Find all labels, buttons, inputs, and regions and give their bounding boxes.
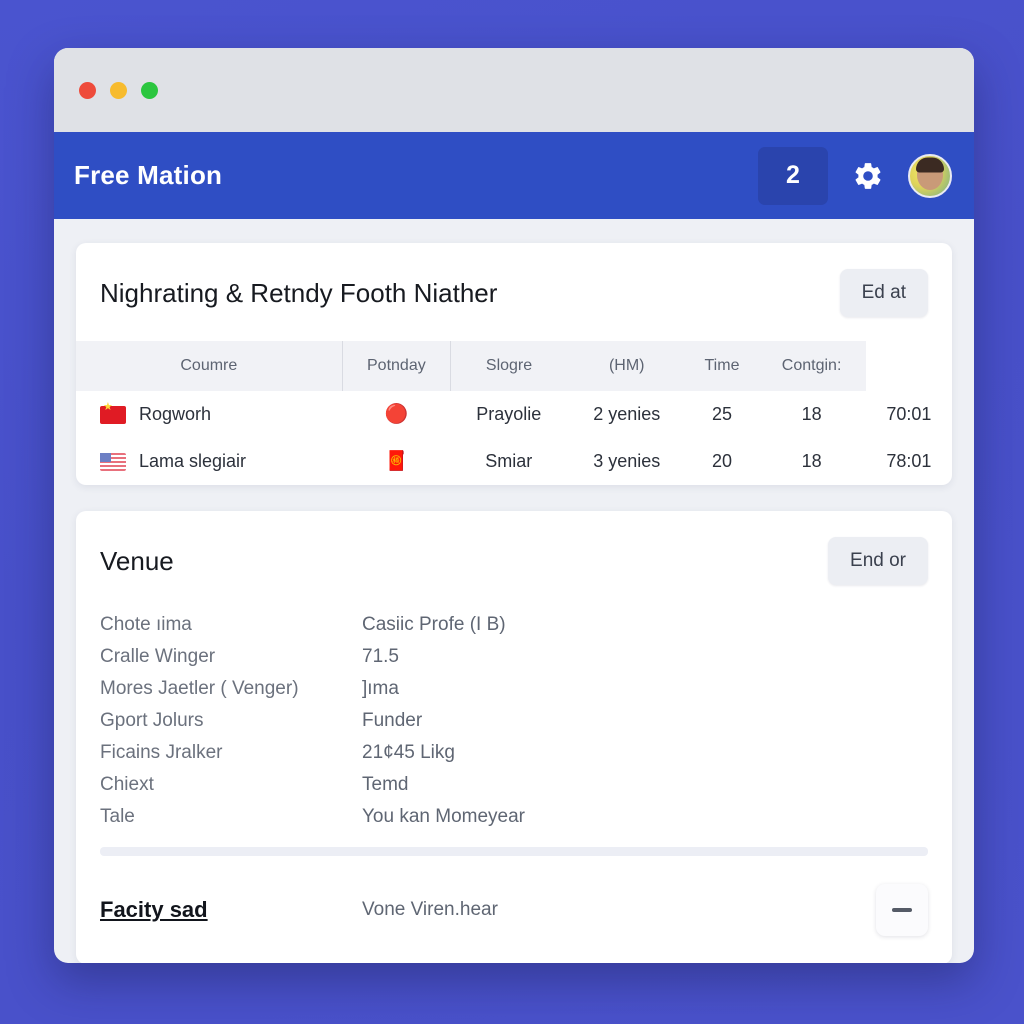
minimize-window-icon[interactable] xyxy=(110,81,127,99)
cell-potnday: Smiar xyxy=(485,451,533,471)
main-content: Nighrating & Retndy Footh Niather Ed at … xyxy=(54,219,974,963)
venue-card: Venue End or Chote ıima Casiic Profe (I … xyxy=(76,511,952,963)
list-item: Mores Jaetler ( Venger) ]ıma xyxy=(100,673,928,705)
cell-hm: 25 xyxy=(711,404,732,424)
cell-country: Rogworh xyxy=(76,391,342,438)
flag-us-icon xyxy=(100,452,126,471)
match-card-action-button[interactable]: Ed at xyxy=(839,269,928,317)
detail-label: Ficains Jralker xyxy=(100,742,223,763)
detail-label: Mores Jaetler ( Venger) xyxy=(100,678,299,699)
match-table: Coumre Potnday Slogre (HM) Time Contgin: xyxy=(76,341,952,485)
detail-value: Funder xyxy=(362,710,423,731)
list-item: Cralle Winger 71.5 xyxy=(100,641,928,673)
table-row[interactable]: Rogworh 🔴 Prayolie 2 yenies 25 18 70:01 xyxy=(76,391,952,438)
detail-value: Temd xyxy=(362,774,409,795)
column-header-slogre[interactable]: Slogre xyxy=(450,341,567,391)
venue-card-title: Venue xyxy=(100,545,174,576)
detail-value: Casiic Profe (I B) xyxy=(362,614,506,635)
close-window-icon[interactable] xyxy=(79,81,96,99)
country-label: Rogworh xyxy=(139,404,212,424)
venue-footer-row: Facity sad Vone Viren.hear xyxy=(76,862,952,963)
cell-row-icon: 🔴 xyxy=(342,391,450,438)
minus-icon xyxy=(892,908,912,912)
country-label: Lama slegiair xyxy=(139,451,247,471)
gear-icon[interactable] xyxy=(852,160,884,192)
detail-value: 71.5 xyxy=(362,646,399,667)
detail-value: 21¢45 Likg xyxy=(362,742,455,763)
app-title: Free Mation xyxy=(74,160,223,190)
cell-row-icon: 🧧 xyxy=(342,438,450,485)
match-card-header: Nighrating & Retndy Footh Niather Ed at xyxy=(76,243,952,341)
match-table-head: Coumre Potnday Slogre (HM) Time Contgin: xyxy=(76,341,952,391)
column-header-potnday[interactable]: Potnday xyxy=(341,341,451,391)
window-titlebar xyxy=(54,48,974,132)
traffic-light-group xyxy=(79,81,158,99)
app-window: Free Mation 2 Nighrating & Retndy Footh … xyxy=(54,48,974,963)
notification-badge[interactable]: 2 xyxy=(758,146,828,205)
detail-value: ]ıma xyxy=(362,678,399,699)
maximize-window-icon[interactable] xyxy=(141,81,158,99)
facility-link[interactable]: Facity sad xyxy=(100,897,362,923)
cell-country: Lama slegiair xyxy=(76,438,342,485)
row-status-icon: 🔴 xyxy=(384,404,409,425)
column-header-contgin[interactable]: Contgin: xyxy=(757,341,865,391)
column-header-coumre[interactable]: Coumre xyxy=(76,341,342,391)
table-row[interactable]: Lama slegiair 🧧 Smiar 3 yenies 20 18 78:… xyxy=(76,438,952,485)
app-header-actions: 2 xyxy=(758,146,974,205)
list-item: Gport Jolurs Funder xyxy=(100,705,928,737)
list-item: Ficains Jralker 21¢45 Likg xyxy=(100,737,928,769)
cell-hm: 20 xyxy=(711,451,732,471)
list-item: Chote ıima Casiic Profe (I B) xyxy=(100,609,928,641)
venue-card-header: Venue End or xyxy=(76,511,952,609)
section-divider xyxy=(100,847,928,856)
collapse-button[interactable] xyxy=(876,884,928,936)
detail-value: You kan Momeyear xyxy=(362,806,526,827)
match-table-header-row: Coumre Potnday Slogre (HM) Time Contgin: xyxy=(76,341,952,391)
match-card: Nighrating & Retndy Footh Niather Ed at … xyxy=(76,243,952,485)
detail-label: Cralle Winger xyxy=(100,646,216,667)
column-header-hm[interactable]: (HM) xyxy=(567,341,686,391)
detail-label: Chiext xyxy=(100,774,154,795)
cell-time: 18 xyxy=(801,404,822,424)
cell-time: 18 xyxy=(801,451,822,471)
app-header-bar: Free Mation 2 xyxy=(54,132,974,219)
flag-cn-icon xyxy=(100,402,126,424)
match-table-body: Rogworh 🔴 Prayolie 2 yenies 25 18 70:01 xyxy=(76,391,952,485)
cell-contgin: 70:01 xyxy=(886,404,932,424)
row-status-icon: 🧧 xyxy=(384,451,409,472)
cell-slogre: 2 yenies xyxy=(593,404,661,424)
facility-value: Vone Viren.hear xyxy=(362,899,498,920)
detail-label: Chote ıima xyxy=(100,614,192,635)
match-card-title: Nighrating & Retndy Footh Niather xyxy=(100,277,498,308)
cell-potnday: Prayolie xyxy=(476,404,542,424)
venue-card-action-button[interactable]: End or xyxy=(828,537,928,585)
avatar-hair xyxy=(916,157,944,173)
list-item: Chiext Temd xyxy=(100,769,928,801)
list-item: Tale You kan Momeyear xyxy=(100,801,928,833)
cell-contgin: 78:01 xyxy=(886,451,932,471)
cell-slogre: 3 yenies xyxy=(593,451,661,471)
detail-label: Tale xyxy=(100,806,135,827)
column-header-time[interactable]: Time xyxy=(686,341,757,391)
avatar[interactable] xyxy=(908,153,952,198)
detail-label: Gport Jolurs xyxy=(100,710,204,731)
venue-detail-list: Chote ıima Casiic Profe (I B) Cralle Win… xyxy=(76,609,952,862)
